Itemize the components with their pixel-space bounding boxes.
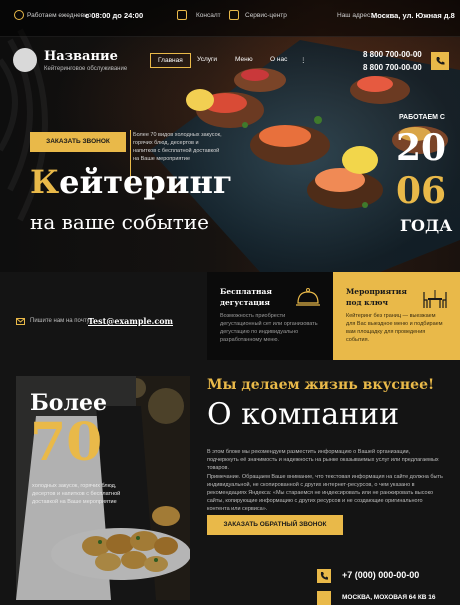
header-phone-2[interactable]: 8 800 700-00-00 — [363, 63, 422, 72]
hero-description: Более 70 видов холодных закусок, горячих… — [133, 132, 222, 162]
hours-label: Работаем ежедневно: — [27, 12, 94, 19]
about-photo-text: холодных закусок, горячих блюд, десертов… — [32, 483, 121, 505]
order-call-button[interactable]: ЗАКАЗАТЬ ЗВОНОК — [30, 132, 126, 152]
nav-services[interactable]: Услуги — [197, 56, 217, 63]
header-phone-1[interactable]: 8 800 700-00-00 — [363, 50, 422, 59]
about-heading: О компании — [207, 397, 400, 432]
phone-icon — [317, 569, 331, 583]
feature-card-tasting[interactable]: Бесплатная дегустация Возможность приобр… — [207, 272, 333, 360]
logo[interactable] — [13, 48, 37, 72]
hero-title: Кейтеринг — [30, 163, 233, 201]
nav-about[interactable]: О нас — [270, 56, 287, 63]
hero-subtitle: на ваше событие — [30, 210, 210, 234]
hours-value: с 08:00 до 24:00 — [85, 11, 144, 20]
clock-icon — [14, 10, 24, 20]
address-value: Москва, ул. Южная д.8 — [371, 11, 455, 20]
feature-title: Бесплатная дегустация — [220, 287, 272, 307]
years-word: ГОДА — [400, 216, 453, 235]
phone-icon — [229, 10, 239, 20]
header: Название Кейтеринговое обслуживание Глав… — [0, 44, 460, 80]
contact-phone[interactable]: +7 (000) 000-00-00 — [342, 570, 419, 580]
handset-icon — [436, 57, 445, 65]
about-count: 70 — [30, 412, 102, 473]
mail-link[interactable]: Test@example.com — [88, 316, 173, 326]
about-paragraph-1: В этом блоке мы рекомендуем разместить и… — [207, 449, 439, 471]
topbar-link-1[interactable]: Консалт — [196, 12, 221, 19]
feature-card-turnkey[interactable]: Мероприятия под ключ Кейтеринг без грани… — [333, 272, 460, 360]
topbar-link-2[interactable]: Сервис-центр — [245, 12, 287, 19]
about-paragraph-2: Примечание. Обращаем Ваше внимание, что … — [207, 474, 443, 512]
location-icon — [317, 591, 331, 605]
about-tagline: Мы делаем жизнь вкуснее! — [207, 377, 435, 393]
mail-label: Пишите нам на почту: — [30, 318, 92, 324]
call-button[interactable] — [431, 52, 449, 70]
hero-section: Работаем ежедневно: с 08:00 до 24:00 Кон… — [0, 0, 460, 272]
nav-home[interactable]: Главная — [150, 53, 191, 68]
year-bottom: 06 — [396, 170, 447, 212]
address-label: Наш адрес: — [337, 12, 373, 19]
feature-text: Возможность приобрести дегустационный се… — [220, 313, 318, 343]
cloche-icon — [296, 288, 320, 306]
hero-title-initial: К — [30, 163, 60, 201]
briefcase-icon — [177, 10, 187, 20]
top-bar: Работаем ежедневно: с 08:00 до 24:00 Кон… — [0, 0, 460, 37]
brand-tagline: Кейтеринговое обслуживание — [44, 66, 128, 72]
nav-menu[interactable]: Меню — [235, 56, 253, 63]
more-icon[interactable]: ⋮ — [300, 56, 307, 64]
brand-name[interactable]: Название — [44, 49, 118, 64]
year-top: 20 — [396, 127, 447, 169]
envelope-icon — [16, 318, 25, 325]
hero-title-rest: ейтеринг — [59, 163, 233, 201]
feature-text: Кейтеринг без границ — выезжаем для Вас … — [346, 313, 443, 343]
order-callback-button[interactable]: ЗАКАЗАТЬ ОБРАТНЫЙ ЗВОНОК — [207, 515, 343, 535]
dinner-table-icon — [423, 290, 447, 308]
feature-title: Мероприятия под ключ — [346, 287, 407, 307]
years-label: РАБОТАЕМ С — [399, 114, 445, 121]
about-count-value: 70 — [30, 412, 103, 473]
